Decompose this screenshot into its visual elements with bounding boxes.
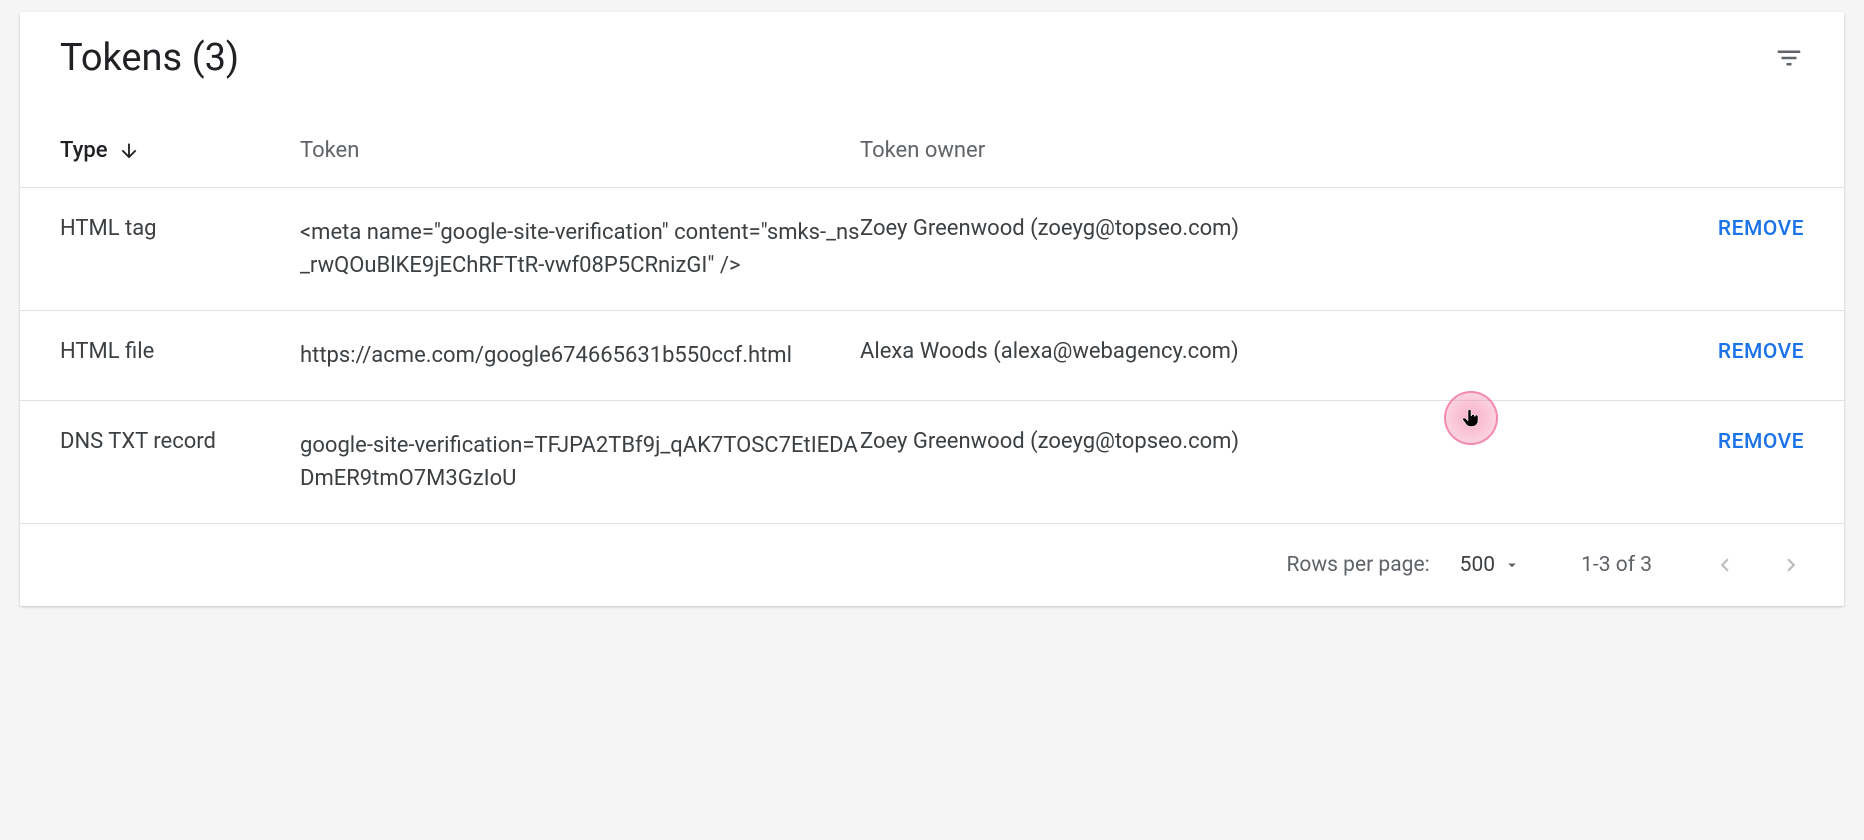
card-header: Tokens (3) (20, 12, 1844, 110)
tokens-card: Tokens (3) Type Token Token owner HTML t… (20, 12, 1844, 606)
cell-owner: Alexa Woods (alexa@webagency.com) (860, 339, 1664, 364)
pagination-range: 1-3 of 3 (1581, 553, 1652, 577)
rows-per-page: Rows per page: 500 (1286, 553, 1521, 577)
cell-token: google-site-verification=TFJPA2TBf9j_qAK… (300, 429, 860, 495)
table-row: HTML tag <meta name="google-site-verific… (20, 188, 1844, 311)
column-header-type-label: Type (60, 138, 108, 163)
cell-owner: Zoey Greenwood (zoeyg@topseo.com) (860, 216, 1664, 241)
pagination-bar: Rows per page: 500 1-3 of 3 (20, 524, 1844, 606)
column-header-owner[interactable]: Token owner (860, 138, 1664, 163)
cell-type: HTML tag (60, 216, 300, 241)
dropdown-arrow-icon (1503, 556, 1521, 574)
page-title: Tokens (3) (60, 36, 239, 80)
cell-type: HTML file (60, 339, 300, 364)
rows-per-page-value: 500 (1460, 553, 1495, 577)
remove-button[interactable]: REMOVE (1718, 430, 1804, 454)
cell-token: <meta name="google-site-verification" co… (300, 216, 860, 282)
rows-per-page-select[interactable]: 500 (1460, 553, 1521, 577)
cell-type: DNS TXT record (60, 429, 300, 454)
remove-button[interactable]: REMOVE (1718, 217, 1804, 241)
previous-page-button[interactable] (1712, 552, 1738, 578)
sort-arrow-down-icon (118, 140, 140, 162)
table-row: HTML file https://acme.com/google6746656… (20, 311, 1844, 401)
remove-button[interactable]: REMOVE (1718, 340, 1804, 364)
table-row: DNS TXT record google-site-verification=… (20, 401, 1844, 524)
cell-token: https://acme.com/google674665631b550ccf.… (300, 339, 860, 372)
column-header-type[interactable]: Type (60, 138, 300, 163)
filter-icon[interactable] (1774, 43, 1804, 73)
column-header-token[interactable]: Token (300, 134, 860, 167)
cell-owner: Zoey Greenwood (zoeyg@topseo.com) (860, 429, 1664, 454)
next-page-button[interactable] (1778, 552, 1804, 578)
table-header-row: Type Token Token owner (20, 110, 1844, 188)
rows-per-page-label: Rows per page: (1286, 553, 1429, 577)
